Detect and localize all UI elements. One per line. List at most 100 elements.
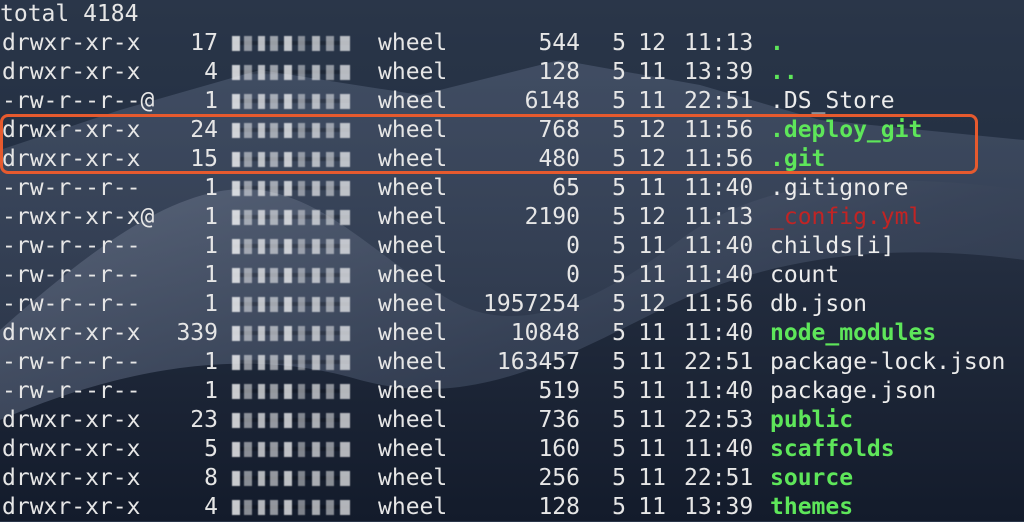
owner-redacted — [232, 297, 350, 312]
group-name: wheel — [378, 262, 448, 288]
day: 11 — [638, 175, 666, 201]
link-count: 1 — [204, 349, 218, 375]
file-name: .deploy_git — [770, 117, 923, 143]
day: 11 — [638, 88, 666, 114]
file-name: . — [770, 30, 784, 56]
owner-redacted — [232, 152, 350, 167]
group-name: wheel — [378, 436, 448, 462]
terminal-window[interactable]: total 4184 drwxr-xr-x 17 wheel 544 5 12 11:13.… — [0, 0, 1024, 521]
file-size: 6148 — [524, 88, 580, 114]
link-count: 15 — [190, 146, 218, 172]
group-name: wheel — [378, 233, 448, 259]
month: 5 — [612, 175, 626, 201]
month: 5 — [612, 117, 626, 143]
day: 12 — [638, 291, 666, 317]
day: 11 — [638, 349, 666, 375]
day: 11 — [638, 494, 666, 520]
owner-redacted — [232, 326, 350, 341]
month: 5 — [612, 146, 626, 172]
file-size: 768 — [538, 117, 580, 143]
permissions: drwxr-xr-x — [2, 59, 141, 85]
link-count: 1 — [204, 233, 218, 259]
time: 22:51 — [684, 88, 754, 114]
permissions: drwxr-xr-x — [2, 146, 141, 172]
permissions: drwxr-xr-x — [2, 494, 141, 520]
day: 11 — [638, 59, 666, 85]
file-size: 128 — [538, 59, 580, 85]
day: 11 — [638, 378, 666, 404]
owner-redacted — [232, 355, 350, 370]
link-count: 1 — [204, 291, 218, 317]
owner-redacted — [232, 268, 350, 283]
day: 11 — [638, 320, 666, 346]
permissions: -rw-r--r-- — [2, 349, 141, 375]
time: 22:51 — [684, 465, 754, 491]
file-name: package.json — [770, 378, 937, 404]
group-name: wheel — [378, 117, 448, 143]
day: 11 — [638, 407, 666, 433]
month: 5 — [612, 233, 626, 259]
file-size: 736 — [538, 407, 580, 433]
owner-redacted — [232, 123, 350, 138]
owner-redacted — [232, 500, 350, 515]
link-count: 24 — [190, 117, 218, 143]
month: 5 — [612, 436, 626, 462]
file-name: public — [770, 407, 854, 433]
file-name: themes — [770, 494, 854, 520]
time: 11:40 — [684, 175, 754, 201]
month: 5 — [612, 262, 626, 288]
file-size: 544 — [538, 30, 580, 56]
permissions: -rwxr-xr-x@ — [2, 204, 155, 230]
month: 5 — [612, 30, 626, 56]
group-name: wheel — [378, 146, 448, 172]
file-size: 65 — [552, 175, 580, 201]
owner-redacted — [232, 36, 350, 51]
file-name: db.json — [770, 291, 867, 317]
month: 5 — [612, 320, 626, 346]
permissions: -rw-r--r-- — [2, 262, 141, 288]
group-name: wheel — [378, 59, 448, 85]
day: 11 — [638, 262, 666, 288]
time: 13:39 — [684, 494, 754, 520]
file-size: 2190 — [524, 204, 580, 230]
total-line: total 4184 — [0, 1, 139, 27]
group-name: wheel — [378, 291, 448, 317]
month: 5 — [612, 494, 626, 520]
link-count: 5 — [204, 436, 218, 462]
link-count: 1 — [204, 88, 218, 114]
owner-redacted — [232, 413, 350, 428]
file-size: 128 — [538, 494, 580, 520]
owner-redacted — [232, 384, 350, 399]
time: 11:40 — [684, 320, 754, 346]
month: 5 — [612, 88, 626, 114]
link-count: 1 — [204, 204, 218, 230]
day: 12 — [638, 30, 666, 56]
day: 12 — [638, 146, 666, 172]
file-name: package-lock.json — [770, 349, 1006, 375]
file-name: .git — [770, 146, 826, 172]
file-size: 256 — [538, 465, 580, 491]
time: 11:13 — [684, 204, 754, 230]
owner-redacted — [232, 181, 350, 196]
file-size: 519 — [538, 378, 580, 404]
permissions: drwxr-xr-x — [2, 30, 141, 56]
owner-redacted — [232, 471, 350, 486]
time: 22:51 — [684, 349, 754, 375]
link-count: 339 — [176, 320, 218, 346]
permissions: drwxr-xr-x — [2, 465, 141, 491]
file-size: 163457 — [496, 349, 580, 375]
link-count: 17 — [190, 30, 218, 56]
file-name: node_modules — [770, 320, 937, 346]
file-name: childs[i] — [770, 233, 895, 259]
day: 12 — [638, 117, 666, 143]
group-name: wheel — [378, 349, 448, 375]
link-count: 1 — [204, 378, 218, 404]
month: 5 — [612, 407, 626, 433]
file-name: .DS_Store — [770, 88, 895, 114]
group-name: wheel — [378, 465, 448, 491]
file-name: source — [770, 465, 854, 491]
time: 11:56 — [684, 117, 754, 143]
group-name: wheel — [378, 320, 448, 346]
time: 11:56 — [684, 146, 754, 172]
permissions: -rw-r--r-- — [2, 175, 141, 201]
